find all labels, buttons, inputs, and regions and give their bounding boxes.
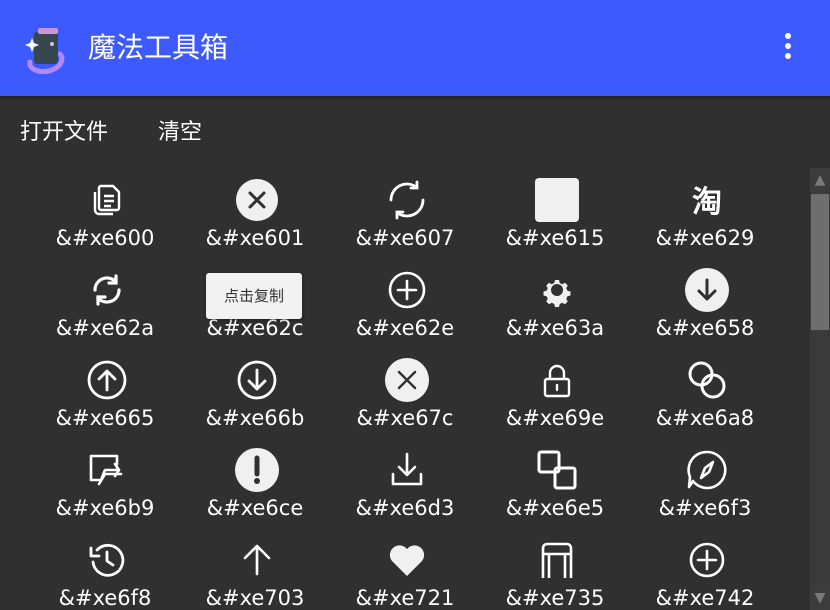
icon-cell[interactable]: &#xe665 bbox=[30, 348, 180, 438]
icon-code: &#xe6f3 bbox=[658, 496, 752, 520]
icon-code: &#xe615 bbox=[505, 226, 605, 250]
icon-code: &#xe703 bbox=[205, 586, 305, 610]
icon-cell[interactable]: &#xe658 bbox=[630, 258, 780, 348]
warning-circle-icon bbox=[235, 448, 279, 492]
icon-code: &#xe6a8 bbox=[655, 406, 755, 430]
icon-code: &#xe742 bbox=[655, 586, 755, 610]
icon-cell[interactable]: &#xe6e5 bbox=[480, 438, 630, 528]
icon-cell[interactable]: &#xe6b9 bbox=[30, 438, 180, 528]
add-circle-icon bbox=[385, 268, 429, 312]
icon-code: &#xe6ce bbox=[206, 496, 304, 520]
heart-icon bbox=[385, 538, 429, 582]
scroll-down-arrow-icon[interactable]: ▼ bbox=[810, 586, 830, 610]
clear-button[interactable]: 清空 bbox=[158, 118, 202, 148]
icon-cell[interactable]: &#xe62e bbox=[330, 258, 480, 348]
download-circle-filled-icon bbox=[685, 268, 729, 312]
overlap-squares-icon bbox=[535, 448, 579, 492]
icon-cell[interactable]: &#xe600 bbox=[30, 168, 180, 258]
open-file-button[interactable]: 打开文件 bbox=[20, 118, 108, 148]
box-icon bbox=[535, 538, 579, 582]
icon-code: &#xe63a bbox=[505, 316, 605, 340]
icon-code: &#xe601 bbox=[205, 226, 305, 250]
icon-cell[interactable]: &#xe615 bbox=[480, 168, 630, 258]
icon-cell[interactable]: &#xe721 bbox=[330, 528, 480, 610]
compass-chat-icon bbox=[685, 448, 729, 492]
icon-code: &#xe6f8 bbox=[58, 586, 152, 610]
icon-code: &#xe69e bbox=[505, 406, 605, 430]
arrow-up-icon bbox=[235, 538, 279, 582]
close-circle-filled-icon bbox=[235, 178, 279, 222]
icon-grid: &#xe600 &#xe601 &#xe607 &#xe615 淘 &#xe62… bbox=[30, 168, 780, 610]
settings-gear-icon bbox=[535, 268, 579, 312]
icon-cell[interactable]: &#xe6a8 bbox=[630, 348, 780, 438]
copy-tooltip: 点击复制 bbox=[206, 273, 302, 319]
more-options-button[interactable] bbox=[770, 28, 806, 64]
sync-icon bbox=[85, 268, 129, 312]
scrollbar[interactable]: ▲ ▼ bbox=[810, 168, 830, 610]
refresh-icon bbox=[385, 178, 429, 222]
close-circle-thin-icon bbox=[385, 358, 429, 402]
magic-box-logo bbox=[25, 28, 65, 74]
icon-code: &#xe6e5 bbox=[505, 496, 605, 520]
icon-cell[interactable]: &#xe6f8 bbox=[30, 528, 180, 610]
app-title: 魔法工具箱 bbox=[88, 31, 229, 64]
overlap-circles-icon bbox=[685, 358, 729, 402]
icon-code: &#xe6d3 bbox=[355, 496, 455, 520]
icon-code: &#xe629 bbox=[655, 226, 755, 250]
icon-cell[interactable]: &#xe67c bbox=[330, 348, 480, 438]
taobao-icon: 淘 bbox=[685, 178, 729, 222]
icon-code: &#xe67c bbox=[356, 406, 454, 430]
icon-cell[interactable]: &#xe607 bbox=[330, 168, 480, 258]
add-circle-outline-icon bbox=[685, 538, 729, 582]
icon-cell[interactable]: &#xe735 bbox=[480, 528, 630, 610]
square-filled-icon bbox=[535, 178, 579, 222]
arrow-down-circle-icon bbox=[235, 358, 279, 402]
icon-cell[interactable]: &#xe703 bbox=[180, 528, 330, 610]
download-tray-icon bbox=[385, 448, 429, 492]
icon-cell[interactable]: &#xe6d3 bbox=[330, 438, 480, 528]
icon-cell[interactable]: &#xe601 bbox=[180, 168, 330, 258]
icon-code: &#xe665 bbox=[55, 406, 155, 430]
icon-cell[interactable]: 淘 &#xe629 bbox=[630, 168, 780, 258]
icon-code: &#xe607 bbox=[355, 226, 455, 250]
more-vertical-icon bbox=[785, 33, 791, 39]
icon-code: &#xe735 bbox=[505, 586, 605, 610]
icon-cell[interactable]: &#xe6f3 bbox=[630, 438, 780, 528]
scroll-up-arrow-icon[interactable]: ▲ bbox=[810, 168, 830, 192]
icon-cell[interactable]: &#xe63a bbox=[480, 258, 630, 348]
icon-code: &#xe62e bbox=[355, 316, 455, 340]
share-icon bbox=[85, 448, 129, 492]
icon-code: &#xe62a bbox=[55, 316, 155, 340]
icon-cell[interactable]: &#xe6ce bbox=[180, 438, 330, 528]
copy-files-icon bbox=[85, 178, 129, 222]
icon-code: &#xe600 bbox=[55, 226, 155, 250]
icon-cell[interactable]: &#xe742 bbox=[630, 528, 780, 610]
icon-code: &#xe658 bbox=[655, 316, 755, 340]
icon-cell[interactable]: &#xe66b bbox=[180, 348, 330, 438]
icon-code: &#xe66b bbox=[205, 406, 305, 430]
scroll-thumb[interactable] bbox=[811, 194, 829, 330]
lock-icon bbox=[535, 358, 579, 402]
app-bar: 魔法工具箱 bbox=[0, 0, 830, 96]
svg-text:淘: 淘 bbox=[692, 185, 722, 220]
icon-code: &#xe6b9 bbox=[55, 496, 155, 520]
history-icon bbox=[85, 538, 129, 582]
arrow-up-circle-icon bbox=[85, 358, 129, 402]
icon-cell[interactable]: &#xe62a bbox=[30, 258, 180, 348]
icon-cell[interactable]: &#xe69e bbox=[480, 348, 630, 438]
icon-code: &#xe721 bbox=[355, 586, 455, 610]
